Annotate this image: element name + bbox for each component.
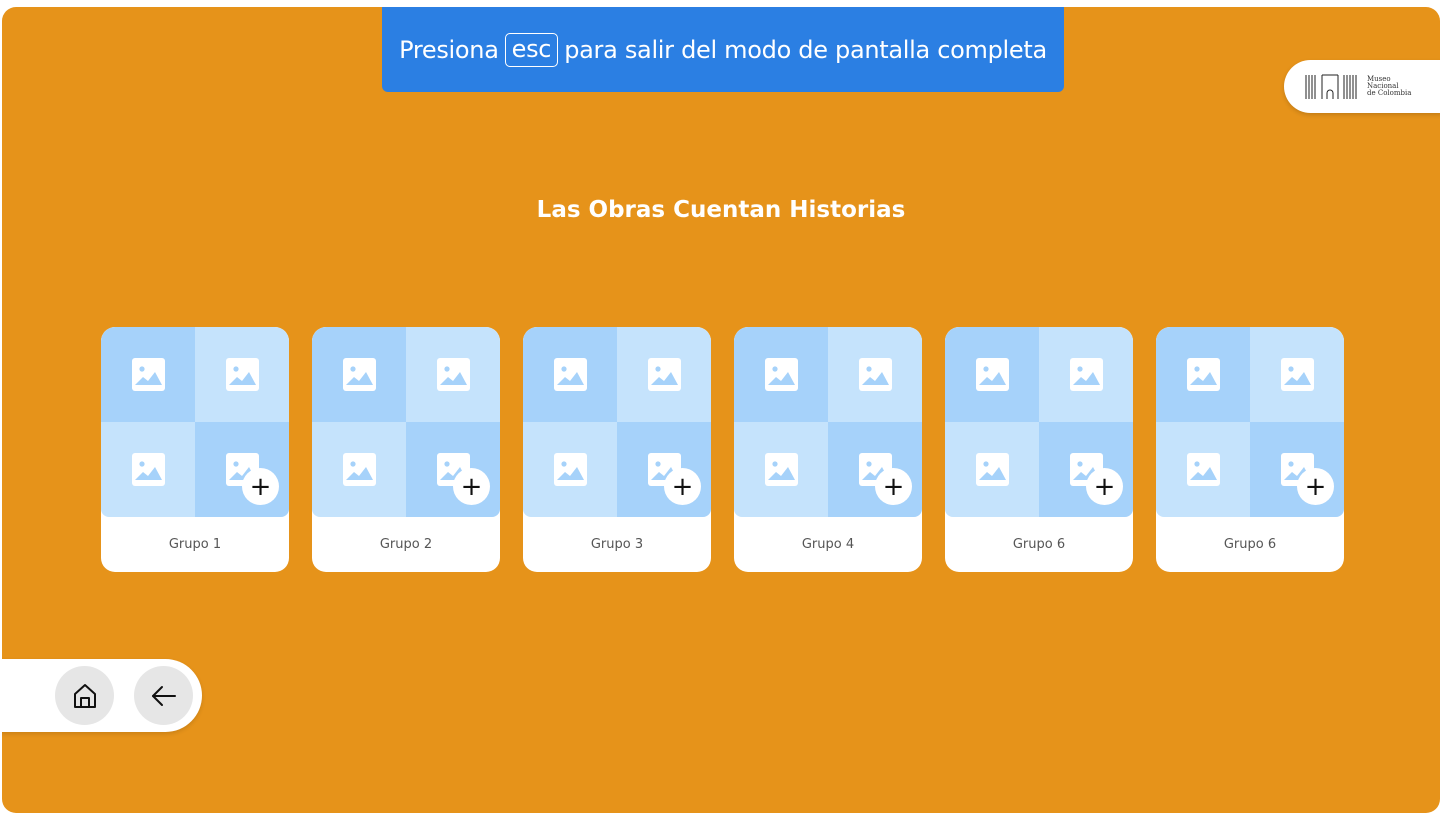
group-list: + Grupo 1 + Grupo 2 + Grupo 3 + Grupo 4 + Grupo 6… [101,327,1344,572]
image-placeholder-tile [101,327,195,422]
group-card[interactable]: + Grupo 4 [734,327,922,572]
image-placeholder-tile [734,422,828,517]
image-icon [342,358,376,391]
image-grid: + [101,327,289,517]
image-placeholder-tile [945,422,1039,517]
museum-logo: Museo Nacional de Colombia [1284,60,1440,113]
image-placeholder-tile: + [1039,422,1133,517]
logo-text: Museo Nacional de Colombia [1367,76,1411,97]
image-icon [975,453,1009,486]
group-card-label: Grupo 3 [590,537,644,552]
image-icon [342,453,376,486]
image-icon [131,453,165,486]
image-icon [131,358,165,391]
plus-icon[interactable]: + [453,468,490,505]
fullscreen-banner: Presiona esc para salir del modo de pant… [382,7,1064,92]
image-placeholder-tile [406,327,500,422]
image-icon [1186,453,1220,486]
image-placeholder-tile [523,422,617,517]
group-card-label: Grupo 4 [801,537,855,552]
bottom-navigation [2,659,202,732]
group-card[interactable]: + Grupo 6 [945,327,1133,572]
image-placeholder-tile [734,327,828,422]
group-card-label: Grupo 2 [379,537,433,552]
image-placeholder-tile: + [406,422,500,517]
home-icon [73,683,96,708]
image-placeholder-tile [312,422,406,517]
image-placeholder-tile: + [828,422,922,517]
image-placeholder-tile: + [1250,422,1344,517]
image-placeholder-tile [312,327,406,422]
museum-logo-icon [1305,74,1357,99]
plus-icon[interactable]: + [1086,468,1123,505]
back-button[interactable] [134,666,193,725]
group-card[interactable]: + Grupo 2 [312,327,500,572]
image-grid: + [1156,327,1344,517]
image-icon [1280,358,1314,391]
logo-line: de Colombia [1367,89,1412,97]
image-placeholder-tile [1156,422,1250,517]
image-icon [764,358,798,391]
home-button[interactable] [55,666,114,725]
image-placeholder-tile: + [617,422,711,517]
plus-icon[interactable]: + [242,468,279,505]
image-placeholder-tile [617,327,711,422]
image-placeholder-tile [828,327,922,422]
image-placeholder-tile [101,422,195,517]
image-placeholder-tile [1156,327,1250,422]
image-icon [764,453,798,486]
arrow-left-icon [151,685,176,706]
image-placeholder-tile [523,327,617,422]
plus-icon[interactable]: + [875,468,912,505]
group-card-label: Grupo 6 [1223,537,1277,552]
image-placeholder-tile [1250,327,1344,422]
image-grid: + [523,327,711,517]
image-placeholder-tile [945,327,1039,422]
image-icon [858,358,892,391]
banner-text-after: para salir del modo de pantalla completa [564,35,1047,64]
image-grid: + [312,327,500,517]
image-icon [975,358,1009,391]
plus-icon[interactable]: + [1297,468,1334,505]
banner-text-before: Presiona [399,35,499,64]
app-screen: Presiona esc para salir del modo de pant… [2,7,1440,813]
group-card-label: Grupo 6 [1012,537,1066,552]
image-icon [1186,358,1220,391]
image-icon [1069,358,1103,391]
image-grid: + [945,327,1133,517]
group-card[interactable]: + Grupo 3 [523,327,711,572]
image-grid: + [734,327,922,517]
image-icon [553,453,587,486]
image-icon [647,358,681,391]
esc-key-hint: esc [504,32,559,67]
group-card[interactable]: + Grupo 6 [1156,327,1344,572]
image-placeholder-tile: + [195,422,289,517]
image-icon [225,358,259,391]
image-placeholder-tile [1039,327,1133,422]
page-title: Las Obras Cuentan Historias [536,197,906,223]
group-card-label: Grupo 1 [168,537,222,552]
image-placeholder-tile [195,327,289,422]
group-card[interactable]: + Grupo 1 [101,327,289,572]
image-icon [436,358,470,391]
plus-icon[interactable]: + [664,468,701,505]
image-icon [553,358,587,391]
